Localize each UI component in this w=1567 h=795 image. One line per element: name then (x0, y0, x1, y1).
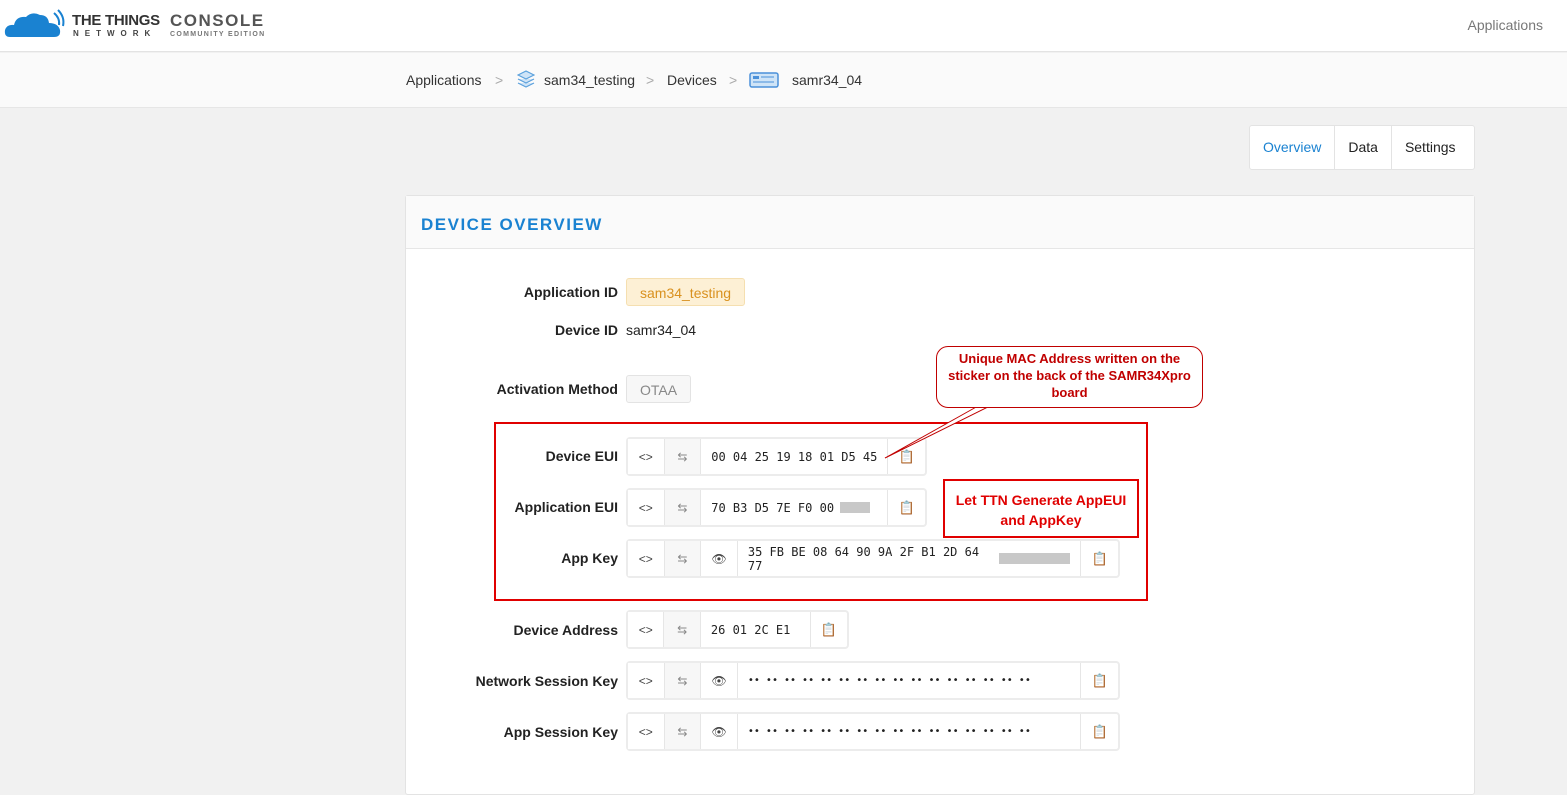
application-id-label: Application ID (523, 284, 618, 300)
activation-method-label: Activation Method (496, 381, 618, 397)
annotation-callout-bubble: Unique MAC Address written on the sticke… (936, 346, 1203, 408)
device-address-field: <> ⇆ 26 01 2C E1 📋 (626, 610, 849, 649)
code-toggle-icon[interactable]: <> (628, 612, 665, 647)
network-session-key-value[interactable]: •• •• •• •• •• •• •• •• •• •• •• •• •• •… (738, 663, 1082, 698)
device-icon (749, 72, 779, 88)
breadcrumb-device: samr34_04 (792, 72, 863, 88)
device-address-label: Device Address (513, 622, 618, 638)
clipboard-copy-icon[interactable]: 📋 (1081, 663, 1118, 698)
clipboard-copy-icon[interactable]: 📋 (1081, 714, 1118, 749)
product-edition: COMMUNITY EDITION (170, 31, 266, 38)
code-toggle-icon[interactable]: <> (628, 714, 665, 749)
eye-icon[interactable]: 👁 (701, 714, 738, 749)
chevron-right-icon: > (646, 72, 655, 88)
byte-order-swap-icon[interactable]: ⇆ (664, 663, 702, 698)
top-header: THE THINGS NETWORK CONSOLE COMMUNITY EDI… (0, 0, 1567, 52)
annotation-note: Let TTN Generate AppEUI and AppKey (943, 479, 1139, 538)
breadcrumb-application[interactable]: sam34_testing (544, 72, 635, 88)
logo-subtext: NETWORK (73, 29, 157, 38)
network-session-key-label: Network Session Key (475, 673, 618, 689)
app-session-key-field: <> ⇆ 👁 •• •• •• •• •• •• •• •• •• •• •• … (626, 712, 1120, 751)
device-address-value[interactable]: 26 01 2C E1 (701, 612, 811, 647)
device-id-label: Device ID (554, 322, 618, 338)
callout-pointer (884, 405, 990, 459)
card-header: DEVICE OVERVIEW (406, 196, 1474, 249)
nav-applications-link[interactable]: Applications (1468, 17, 1544, 33)
card-title: DEVICE OVERVIEW (421, 215, 603, 234)
eye-icon[interactable]: 👁 (701, 663, 738, 698)
activation-method-badge: OTAA (626, 375, 692, 403)
clipboard-copy-icon[interactable]: 📋 (811, 612, 847, 647)
tab-settings[interactable]: Settings (1392, 126, 1469, 169)
tab-overview[interactable]: Overview (1250, 126, 1336, 169)
code-toggle-icon[interactable]: <> (628, 663, 665, 698)
breadcrumb: Applications > sam34_testing > Devices >… (0, 53, 1567, 108)
chevron-right-icon: > (729, 72, 738, 88)
byte-order-swap-icon[interactable]: ⇆ (664, 612, 701, 647)
app-session-key-label: App Session Key (503, 724, 618, 740)
application-layers-icon (517, 70, 535, 88)
network-session-key-field: <> ⇆ 👁 •• •• •• •• •• •• •• •• •• •• •• … (626, 661, 1120, 700)
device-tabs: Overview Data Settings (1249, 125, 1475, 170)
byte-order-swap-icon[interactable]: ⇆ (664, 714, 702, 749)
tab-data[interactable]: Data (1335, 126, 1392, 169)
application-id-badge[interactable]: sam34_testing (626, 278, 746, 306)
breadcrumb-devices[interactable]: Devices (667, 72, 717, 88)
breadcrumb-applications[interactable]: Applications (406, 72, 482, 88)
ttn-logo-cloud-icon (4, 9, 65, 37)
logo-text: THE THINGS (72, 12, 160, 29)
chevron-right-icon: > (495, 72, 504, 88)
device-id-value: samr34_04 (626, 322, 697, 338)
product-name: CONSOLE (170, 11, 265, 30)
app-session-key-value[interactable]: •• •• •• •• •• •• •• •• •• •• •• •• •• •… (738, 714, 1082, 749)
